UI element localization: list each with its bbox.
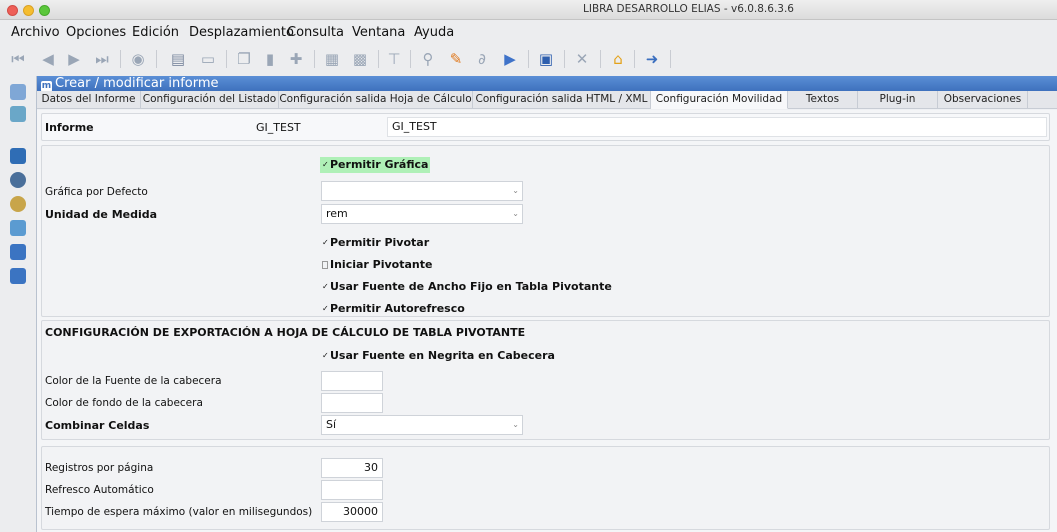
save-icon[interactable]: ▣	[536, 49, 556, 69]
menu-archivo[interactable]: Archivo	[11, 25, 60, 40]
color-fuente-label: Color de la Fuente de la cabecera	[45, 375, 222, 387]
screen-icon[interactable]: ▭	[198, 49, 218, 69]
paginacion-section: Registros por página 30 Refresco Automát…	[41, 446, 1050, 530]
autorefresco-checkbox[interactable]: ✓Permitir Autorefresco	[322, 302, 465, 315]
tab-plugin[interactable]: Plug-in	[858, 91, 938, 109]
copy-icon[interactable]: ❐	[234, 49, 254, 69]
globe-icon[interactable]: ◉	[128, 49, 148, 69]
exportacion-heading: CONFIGURACIÓN DE EXPORTACIÓN A HOJA DE C…	[45, 326, 526, 339]
panel-title: Crear / modificar informe	[55, 76, 219, 91]
new-doc-icon[interactable]: ▮	[260, 49, 280, 69]
refresco-label: Refresco Automático	[45, 484, 154, 496]
report-panel: m Crear / modificar informe Datos del Inf…	[36, 76, 1057, 532]
tab-datos-informe[interactable]: Datos del Informe	[37, 91, 141, 109]
db-icon[interactable]: ▦	[322, 49, 342, 69]
delete-icon[interactable]: ✕	[572, 49, 592, 69]
exportacion-section: CONFIGURACIÓN DE EXPORTACIÓN A HOJA DE C…	[41, 320, 1050, 440]
color-fondo-field[interactable]	[321, 393, 383, 413]
combinar-celdas-label: Combinar Celdas	[45, 419, 150, 432]
menu-edicion[interactable]: Edición	[132, 25, 179, 40]
spreadsheet-icon[interactable]	[10, 220, 26, 236]
negrita-cabecera-checkbox[interactable]: ✓Usar Fuente en Negrita en Cabecera	[322, 349, 555, 362]
grafica-defecto-select[interactable]: ⌄	[321, 181, 523, 201]
menu-ayuda[interactable]: Ayuda	[414, 25, 454, 40]
menu-desplazamiento[interactable]: Desplazamiento	[189, 25, 294, 40]
import-icon[interactable]	[10, 84, 26, 100]
tab-config-hoja-calculo[interactable]: Configuración salida Hoja de Cálculo	[279, 91, 473, 109]
panel-header: m Crear / modificar informe	[37, 76, 1057, 92]
tab-textos[interactable]: Textos	[788, 91, 858, 109]
tab-bar: Datos del Informe Configuración del List…	[37, 91, 1057, 109]
last-icon[interactable]: ⏭	[92, 49, 112, 69]
unidad-medida-select[interactable]: rem ⌄	[321, 204, 523, 224]
menu-opciones[interactable]: Opciones	[66, 25, 126, 40]
home-icon[interactable]: ⌂	[608, 49, 628, 69]
chevron-down-icon: ⌄	[512, 209, 519, 218]
registros-label: Registros por página	[45, 462, 154, 474]
grafica-defecto-label: Gráfica por Defecto	[45, 186, 148, 198]
add-icon[interactable]: ✚	[286, 49, 306, 69]
check-icon: ✓	[322, 160, 329, 169]
menu-consulta[interactable]: Consulta	[287, 25, 344, 40]
timeout-field[interactable]: 30000	[321, 502, 383, 522]
filter-icon[interactable]: ⊤	[384, 49, 404, 69]
menu-bar: Archivo Opciones Edición Desplazamiento …	[0, 21, 1057, 44]
informe-section: Informe GI_TEST GI_TEST	[41, 113, 1050, 141]
tab-content: Informe GI_TEST GI_TEST ✓Permitir Gráfic…	[37, 110, 1057, 532]
combinar-celdas-select[interactable]: Sí ⌄	[321, 415, 523, 435]
color-fondo-label: Color de fondo de la cabecera	[45, 397, 203, 409]
refresco-field[interactable]	[321, 480, 383, 500]
window-title: LIBRA DESARROLLO ELIAS - v6.0.8.6.3.6	[583, 3, 794, 15]
registros-field[interactable]: 30	[321, 458, 383, 478]
check-icon: ✓	[322, 351, 329, 360]
menu-ventana[interactable]: Ventana	[352, 25, 405, 40]
left-sidebar	[0, 76, 36, 532]
prev-icon[interactable]: ◀	[38, 49, 58, 69]
chevron-down-icon: ⌄	[512, 186, 519, 195]
grafica-section: ✓Permitir Gráfica Gráfica por Defecto ⌄ …	[41, 145, 1050, 317]
search-icon[interactable]: ⚲	[418, 49, 438, 69]
chevron-down-icon: ⌄	[512, 420, 519, 429]
pencil-icon[interactable]: ✎	[446, 49, 466, 69]
globe-side-icon[interactable]	[10, 172, 26, 188]
check-icon: ✓	[322, 238, 329, 247]
informe-name-field[interactable]: GI_TEST	[387, 117, 1047, 137]
check-icon: ✓	[322, 282, 329, 291]
export-icon[interactable]: ▶	[500, 49, 520, 69]
color-fuente-field[interactable]	[321, 371, 383, 391]
unidad-medida-label: Unidad de Medida	[45, 208, 158, 221]
tab-config-listado[interactable]: Configuración del Listado	[141, 91, 279, 109]
database-icon[interactable]	[10, 244, 26, 260]
permitir-pivotar-checkbox[interactable]: ✓Permitir Pivotar	[322, 236, 429, 249]
timeout-label: Tiempo de espera máximo (valor en milise…	[45, 506, 313, 518]
database-export-icon[interactable]	[10, 268, 26, 284]
unchecked-box-icon	[322, 261, 328, 269]
tab-config-movilidad[interactable]: Configuración Movilidad	[651, 91, 788, 109]
permitir-grafica-checkbox[interactable]: ✓Permitir Gráfica	[320, 157, 431, 173]
informe-label: Informe	[45, 121, 94, 134]
tab-observaciones[interactable]: Observaciones	[938, 91, 1028, 109]
toolbar: ⏮ ◀ ▶ ⏭ ◉ ▤ ▭ ❐ ▮ ✚ ▦ ▩ ⊤ ⚲ ✎ ∂ ▶ ▣ ✕ ⌂ …	[0, 44, 1057, 74]
settings-icon[interactable]	[10, 196, 26, 212]
next-icon[interactable]: ▶	[64, 49, 84, 69]
table-icon[interactable]	[10, 106, 26, 122]
exit-icon[interactable]: ➜	[642, 49, 662, 69]
fuente-ancho-fijo-checkbox[interactable]: ✓Usar Fuente de Ancho Fijo en Tabla Pivo…	[322, 280, 612, 293]
grid-icon[interactable]	[10, 148, 26, 164]
tab-config-html-xml[interactable]: Configuración salida HTML / XML	[473, 91, 651, 109]
window-titlebar: LIBRA DESARROLLO ELIAS - v6.0.8.6.3.6	[0, 0, 1057, 20]
link-icon[interactable]: ∂	[472, 49, 492, 69]
first-icon[interactable]: ⏮	[8, 49, 28, 69]
iniciar-pivotante-checkbox[interactable]: Iniciar Pivotante	[322, 258, 432, 271]
informe-code: GI_TEST	[256, 121, 301, 134]
print-icon[interactable]: ▤	[168, 49, 188, 69]
check-icon: ✓	[322, 304, 329, 313]
db-save-icon[interactable]: ▩	[350, 49, 370, 69]
